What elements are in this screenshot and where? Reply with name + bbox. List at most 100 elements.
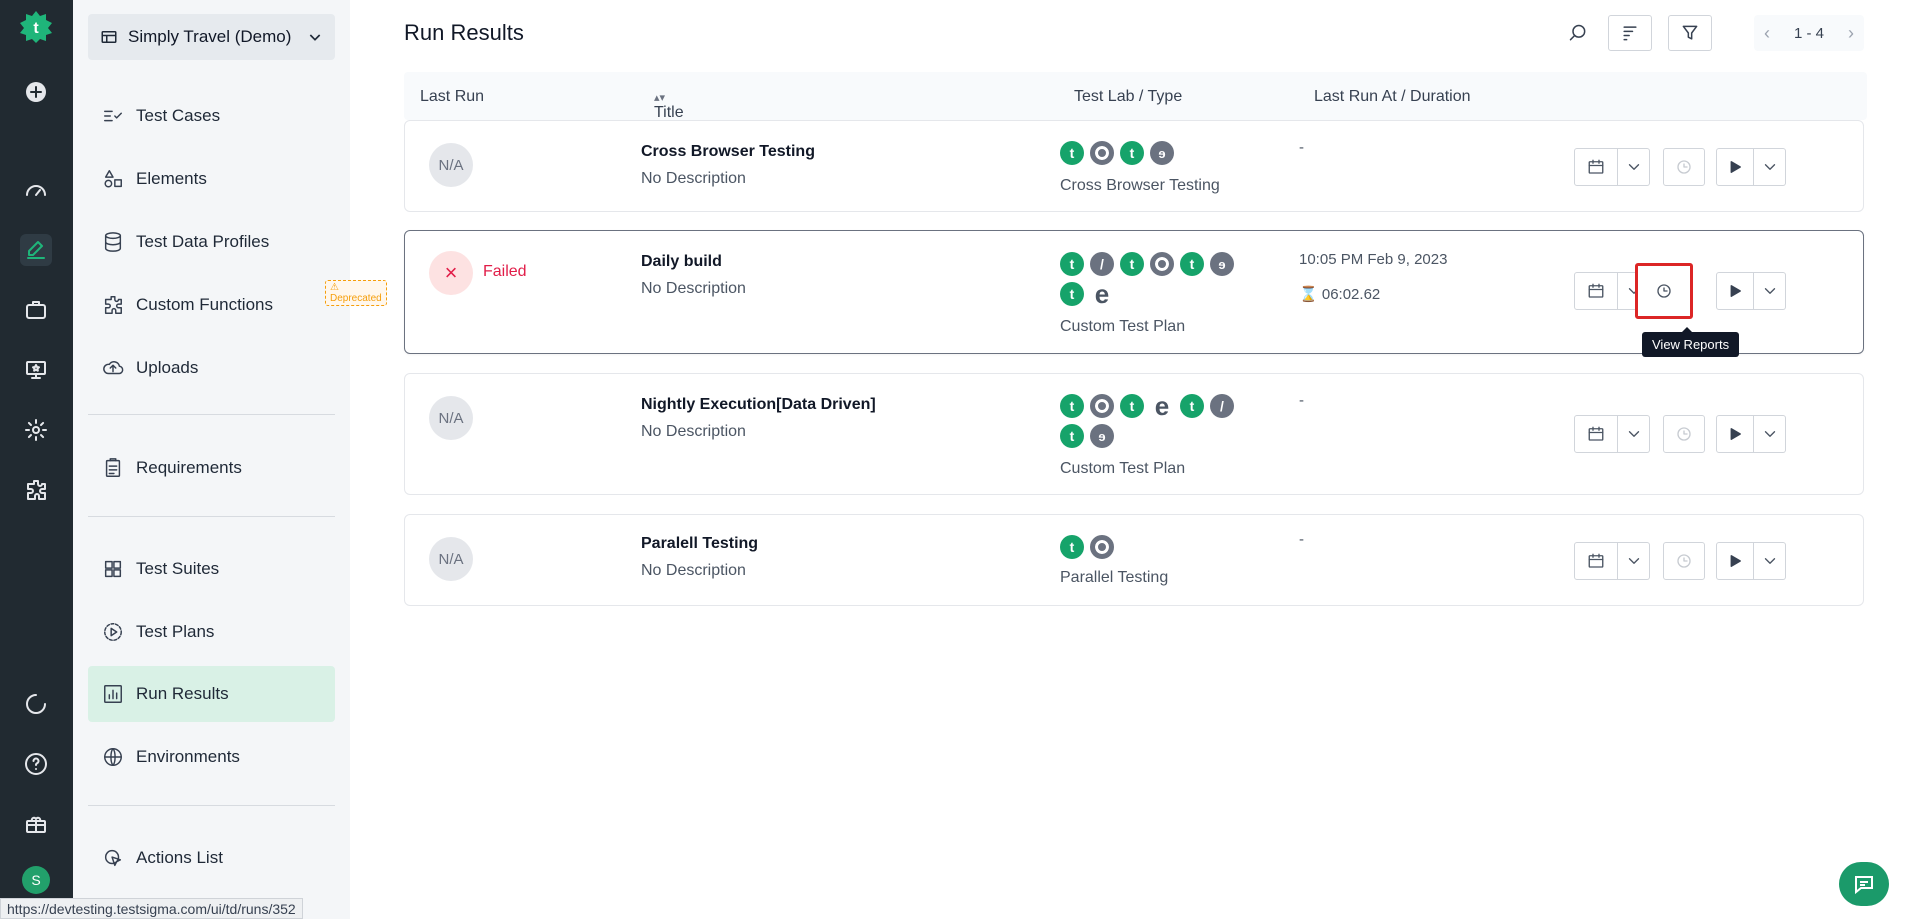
schedule-dropdown[interactable]	[1618, 542, 1650, 580]
status-badge: N/A	[429, 143, 473, 187]
sidebar-item-test-plans[interactable]: Test Plans	[88, 604, 335, 660]
test-type: Cross Browser Testing	[1060, 177, 1220, 194]
view-reports-button[interactable]	[1663, 148, 1705, 186]
status-badge: N/A	[429, 396, 473, 440]
chat-button[interactable]	[1839, 862, 1889, 906]
play-icon	[1730, 428, 1741, 440]
testsigma-icon	[1060, 282, 1084, 306]
table-header: Last Run Title ▴▾ Test Lab / Type Last R…	[404, 72, 1867, 121]
calendar-icon	[1588, 553, 1604, 568]
testsigma-icon	[1120, 394, 1144, 418]
run-dropdown[interactable]	[1754, 272, 1786, 310]
chevron-down-icon	[1764, 431, 1775, 437]
gift-icon[interactable]	[20, 808, 52, 840]
bar-chart-icon	[104, 685, 122, 703]
sidebar-item-actions-list[interactable]: Actions List	[88, 830, 335, 886]
sync-icon[interactable]	[20, 688, 52, 720]
testsigma-logo-icon[interactable]: t	[19, 10, 53, 44]
sidebar-item-label: Custom Functions	[136, 295, 273, 314]
project-selector[interactable]: Simply Travel (Demo)	[88, 14, 335, 60]
monitor-star-icon[interactable]	[20, 354, 52, 386]
sidebar-item-elements[interactable]: Elements	[88, 151, 335, 207]
run-title[interactable]: Nightly Execution[Data Driven]	[641, 396, 876, 414]
sidebar-item-run-results[interactable]: Run Results	[88, 666, 335, 722]
run-button[interactable]	[1716, 272, 1754, 310]
filter-icon	[1682, 25, 1698, 40]
schedule-button[interactable]	[1574, 272, 1618, 310]
column-header-last-run-at: Last Run At / Duration	[1314, 88, 1471, 105]
play-circle-icon	[104, 623, 122, 641]
user-avatar[interactable]: S	[22, 866, 50, 894]
puzzle-icon	[104, 296, 122, 314]
schedule-dropdown[interactable]	[1618, 415, 1650, 453]
sort-lines-icon	[1623, 26, 1637, 41]
page-title: Run Results	[404, 20, 524, 45]
sidebar-item-label: Actions List	[136, 848, 223, 867]
chrome-icon	[1150, 252, 1174, 276]
chevron-down-icon	[1628, 164, 1639, 170]
settings-gear-icon[interactable]	[20, 414, 52, 446]
last-run-at: 10:05 PM Feb 9, 2023	[1299, 251, 1448, 268]
testsigma-icon	[1060, 535, 1084, 559]
test-lab-icons	[1060, 141, 1250, 165]
run-button[interactable]	[1716, 415, 1754, 453]
schedule-button[interactable]	[1574, 415, 1618, 453]
schedule-button[interactable]	[1574, 148, 1618, 186]
prev-page-icon[interactable]: ‹	[1764, 23, 1770, 44]
briefcase-icon[interactable]	[20, 294, 52, 326]
edit-icon[interactable]	[20, 234, 52, 266]
run-title[interactable]: Paralell Testing	[641, 535, 758, 553]
sidebar-item-environments[interactable]: Environments	[88, 729, 335, 785]
edge-icon	[1150, 394, 1174, 418]
test-type: Custom Test Plan	[1060, 318, 1186, 335]
view-reports-button[interactable]	[1635, 263, 1693, 319]
sidebar-item-test-cases[interactable]: Test Cases	[88, 88, 335, 144]
safari-icon	[1090, 252, 1114, 276]
search-button[interactable]	[1563, 18, 1593, 48]
run-dropdown[interactable]	[1754, 542, 1786, 580]
sidebar-item-label: Uploads	[136, 358, 199, 377]
run-dropdown[interactable]	[1754, 415, 1786, 453]
firefox-icon	[1090, 424, 1114, 448]
puzzle-icon[interactable]	[20, 474, 52, 506]
run-title[interactable]: Cross Browser Testing	[641, 143, 815, 161]
last-run-at: -	[1299, 139, 1304, 156]
run-description: No Description	[641, 170, 746, 187]
run-button[interactable]	[1716, 148, 1754, 186]
next-page-icon[interactable]: ›	[1848, 23, 1854, 44]
firefox-icon	[1150, 141, 1174, 165]
table-row[interactable]: N/A Cross Browser Testing No Description…	[404, 120, 1864, 212]
chat-bubble-icon	[1855, 876, 1873, 895]
sidebar-item-label: Test Cases	[136, 106, 221, 125]
view-reports-button[interactable]	[1663, 415, 1705, 453]
sidebar-item-label: Test Suites	[136, 559, 220, 578]
dashboard-icon[interactable]	[20, 176, 52, 208]
table-row[interactable]: N/A Nightly Execution[Data Driven] No De…	[404, 373, 1864, 495]
table-row[interactable]: N/A Paralell Testing No Description Para…	[404, 514, 1864, 606]
divider	[88, 516, 335, 517]
view-reports-button[interactable]	[1663, 542, 1705, 580]
sidebar-item-custom-functions[interactable]: Custom Functions	[88, 277, 335, 333]
sidebar-item-uploads[interactable]: Uploads	[88, 340, 335, 396]
run-dropdown[interactable]	[1754, 148, 1786, 186]
pie-chart-icon	[1677, 427, 1691, 441]
filter-button[interactable]	[1668, 15, 1712, 51]
add-icon[interactable]	[20, 76, 52, 108]
chevron-down-icon	[1628, 558, 1639, 564]
run-description: No Description	[641, 423, 746, 440]
schedule-dropdown[interactable]	[1618, 148, 1650, 186]
sidebar-item-requirements[interactable]: Requirements	[88, 440, 335, 496]
clipboard-icon	[105, 458, 121, 477]
sidebar-item-test-suites[interactable]: Test Suites	[88, 541, 335, 597]
last-run-at: -	[1299, 392, 1304, 409]
schedule-button[interactable]	[1574, 542, 1618, 580]
chrome-icon	[1090, 141, 1114, 165]
column-header-title[interactable]: Title ▴▾	[654, 88, 684, 121]
run-title[interactable]: Daily build	[641, 253, 722, 271]
sidebar-item-test-data-profiles[interactable]: Test Data Profiles	[88, 214, 335, 270]
run-duration: ⌛ 06:02.62	[1299, 286, 1381, 303]
help-icon[interactable]	[20, 748, 52, 780]
run-button[interactable]	[1716, 542, 1754, 580]
sort-button[interactable]	[1608, 15, 1652, 51]
testsigma-icon	[1180, 394, 1204, 418]
